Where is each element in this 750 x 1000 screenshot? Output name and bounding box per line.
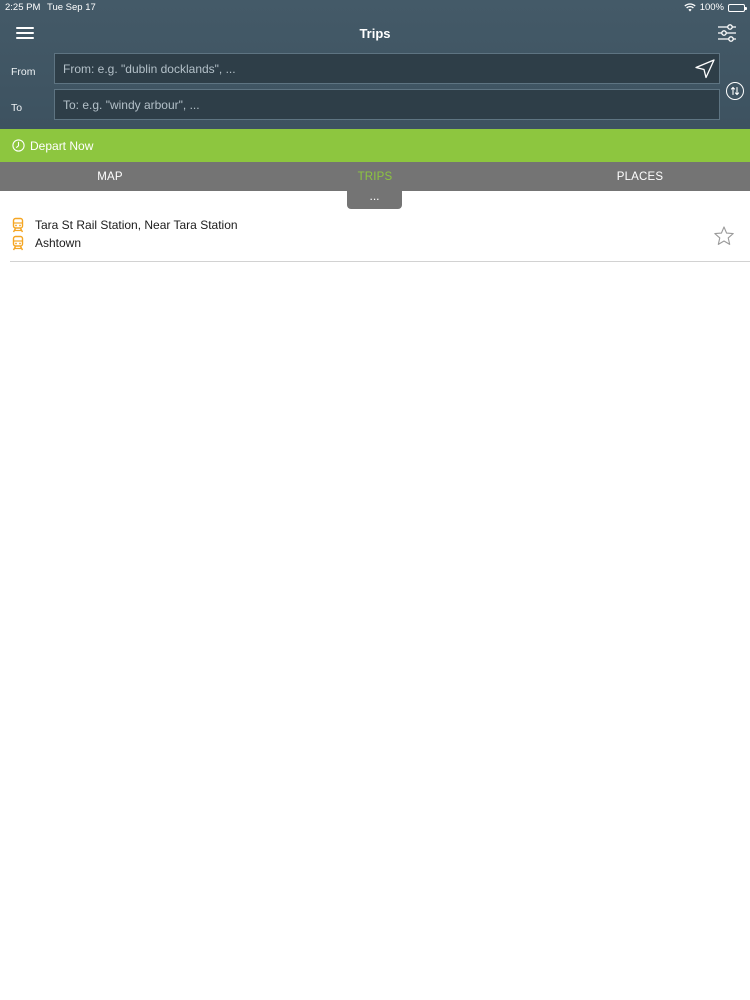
from-label: From xyxy=(11,66,36,78)
clock-icon xyxy=(12,139,25,152)
swap-button[interactable] xyxy=(726,82,744,100)
status-bar: 2:25 PM Tue Sep 17 100% xyxy=(0,0,750,14)
trip-list-item[interactable]: Tara St Rail Station, Near Tara Station … xyxy=(10,210,750,262)
status-indicators: 100% xyxy=(684,2,747,13)
filter-sliders-icon[interactable] xyxy=(716,22,738,44)
to-input[interactable] xyxy=(54,89,720,120)
app-header: 2:25 PM Tue Sep 17 100% Trips From To xyxy=(0,0,750,129)
to-label: To xyxy=(11,102,23,114)
train-icon xyxy=(12,235,24,251)
battery-icon xyxy=(728,3,747,12)
tab-places[interactable]: PLACES xyxy=(530,162,750,191)
status-time: 2:25 PM xyxy=(5,2,41,13)
depart-now-label: Depart Now xyxy=(30,138,94,153)
tab-bar: MAP TRIPS PLACES xyxy=(0,162,750,191)
train-icon xyxy=(12,217,24,233)
tab-trips[interactable]: TRIPS xyxy=(220,162,530,191)
from-input[interactable] xyxy=(54,53,720,84)
battery-percent: 100% xyxy=(699,2,724,13)
depart-now-button[interactable]: Depart Now xyxy=(0,129,750,162)
star-outline-icon[interactable] xyxy=(713,225,735,247)
tab-map[interactable]: MAP xyxy=(0,162,220,191)
swap-arrows-icon xyxy=(730,86,740,96)
location-arrow-icon[interactable] xyxy=(694,58,716,80)
trip-origin-label: Tara St Rail Station, Near Tara Station xyxy=(35,218,238,232)
trip-origin: Tara St Rail Station, Near Tara Station xyxy=(10,217,238,233)
more-options-handle[interactable]: ... xyxy=(347,190,402,209)
wifi-icon xyxy=(684,3,696,12)
trip-destination: Ashtown xyxy=(10,235,81,251)
page-title: Trips xyxy=(359,26,391,41)
trip-destination-label: Ashtown xyxy=(35,236,82,250)
status-date: Tue Sep 17 xyxy=(47,2,96,13)
